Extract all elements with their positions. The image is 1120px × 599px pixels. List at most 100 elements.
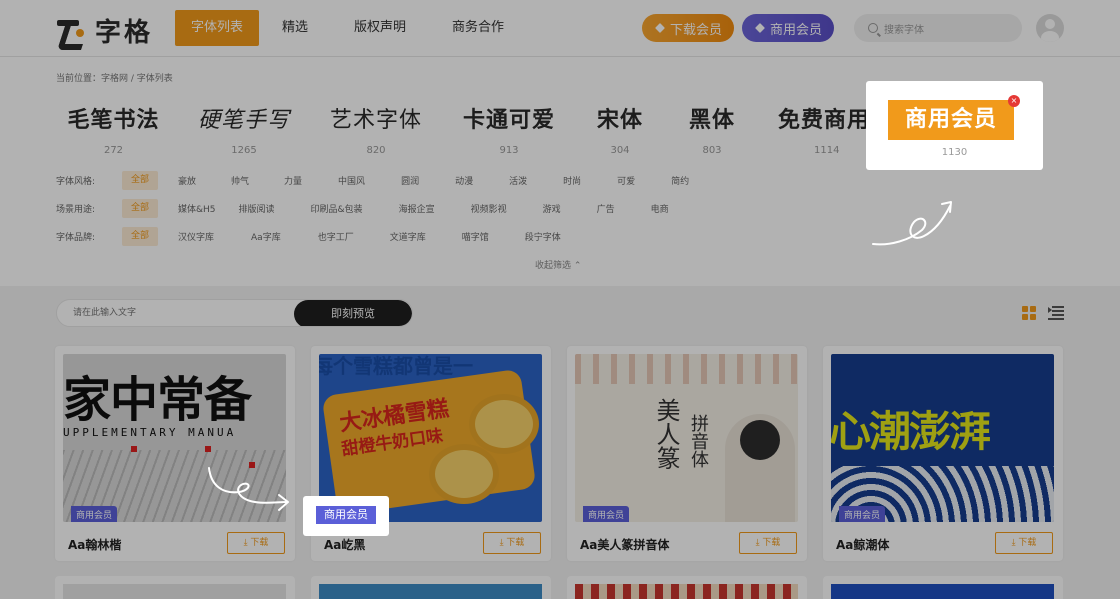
filter-option[interactable]: 全部 <box>122 170 158 190</box>
filter-label: 字体品牌: <box>56 232 96 243</box>
font-card-partial[interactable] <box>567 576 807 599</box>
font-preview-image <box>831 584 1054 599</box>
filter-option[interactable]: 媒体&H5 <box>178 202 216 215</box>
commercial-category-highlight[interactable]: 商用会员 × 1130 <box>866 81 1043 170</box>
filter-option[interactable]: 排版阅读 <box>239 202 275 215</box>
filter-option[interactable]: 全部 <box>122 198 158 218</box>
download-vip-label: 下载会员 <box>669 22 722 38</box>
nav-font-list[interactable]: 字体列表 <box>175 10 259 46</box>
diamond-icon <box>654 23 666 33</box>
search-icon <box>868 23 878 33</box>
close-icon[interactable]: × <box>1008 95 1020 107</box>
font-preview-image <box>319 584 542 599</box>
preview-text-input[interactable] <box>57 300 297 326</box>
nav-copyright[interactable]: 版权声明 <box>331 10 429 46</box>
top-bar: 字格 字体列表 精选 版权声明 商务合作 下载会员 商用会员 搜索字体 <box>0 0 1120 57</box>
category-name: 黑体 <box>688 108 735 133</box>
vip-badge: 商用会员 <box>583 506 630 522</box>
category-name: 硬笔手写 <box>197 108 290 133</box>
breadcrumb: 当前位置：字格网 / 字体列表 <box>56 74 173 84</box>
popsicle-bite <box>429 444 499 504</box>
filter-option[interactable]: 中国风 <box>338 174 365 187</box>
filter-option[interactable]: 圆润 <box>401 174 419 187</box>
filter-option[interactable]: 游戏 <box>543 202 561 215</box>
filter-option[interactable]: 豪放 <box>178 174 196 187</box>
category-hei[interactable]: 黑体 803 <box>682 102 742 156</box>
logo-icon <box>55 16 85 46</box>
filter-option[interactable]: 简约 <box>671 174 689 187</box>
list-view-icon[interactable] <box>1048 306 1064 320</box>
font-card[interactable]: 美人篆 拼音体 商用会员 Aa美人篆拼音体 ⤓ 下载 <box>567 346 807 561</box>
category-count: 913 <box>499 145 519 156</box>
filter-option[interactable]: 文道字库 <box>390 230 426 243</box>
filter-option[interactable]: 海报企宣 <box>399 202 435 215</box>
filter-option[interactable]: 动漫 <box>455 174 473 187</box>
font-card-partial[interactable] <box>311 576 551 599</box>
filter-option[interactable]: 段宁字体 <box>525 230 561 243</box>
preview-subtext: 拼音体 <box>688 414 709 468</box>
filter-option[interactable]: 喵字馆 <box>462 230 489 243</box>
guide-arrow-icon <box>208 467 289 511</box>
filter-option[interactable]: 也字工厂 <box>318 230 354 243</box>
filter-option[interactable]: 广告 <box>597 202 615 215</box>
search-input[interactable]: 搜索字体 <box>854 14 1022 42</box>
search-placeholder: 搜索字体 <box>884 24 924 36</box>
font-card-partial[interactable] <box>823 576 1063 599</box>
filter-option[interactable]: 印刷品&包装 <box>311 202 363 215</box>
category-strip: 毛笔书法 272 硬笔手写 1265 艺术字体 820 卡通可爱 913 宋体 … <box>60 102 880 162</box>
filter-option[interactable]: 活泼 <box>509 174 527 187</box>
grid-view-icon[interactable] <box>1022 306 1036 320</box>
filter-option[interactable]: 可爱 <box>617 174 635 187</box>
download-button[interactable]: ⤓ 下载 <box>483 532 541 554</box>
preview-text: 美人篆 <box>652 398 680 470</box>
download-button[interactable]: ⤓ 下载 <box>227 532 285 554</box>
category-count: 272 <box>103 145 124 156</box>
red-dot <box>131 446 137 452</box>
filter-option[interactable]: 电商 <box>651 202 669 215</box>
download-button[interactable]: ⤓ 下载 <box>739 532 797 554</box>
filter-option[interactable]: 视频影视 <box>471 202 507 215</box>
font-title[interactable]: Aa美人篆拼音体 <box>580 536 669 553</box>
download-vip-button[interactable]: 下载会员 <box>642 14 734 42</box>
category-song[interactable]: 宋体 304 <box>590 102 650 156</box>
font-title[interactable]: Aa翰林楷 <box>68 536 121 553</box>
category-handwriting[interactable]: 硬笔手写 1265 <box>194 102 294 156</box>
filter-option[interactable]: 汉仪字库 <box>178 230 214 243</box>
category-cartoon[interactable]: 卡通可爱 913 <box>460 102 558 156</box>
vip-badge: 商用会员 <box>839 506 886 522</box>
filter-label: 字体风格: <box>56 176 96 187</box>
main-nav: 字体列表 精选 版权声明 商务合作 <box>175 10 527 46</box>
font-preview-image: 心潮澎湃 商用会员 <box>831 354 1054 522</box>
logo[interactable]: 字格 <box>55 12 153 49</box>
filter-option[interactable]: 帅气 <box>231 174 249 187</box>
guide-arrow-icon <box>872 201 952 246</box>
preview-button[interactable]: 即刻预览 <box>294 300 412 326</box>
download-button[interactable]: ⤓ 下载 <box>995 532 1053 554</box>
preview-subtext: UPPLEMENTARY MANUA <box>63 426 237 439</box>
filter-option[interactable]: 力量 <box>284 174 302 187</box>
font-preview-image <box>575 584 798 599</box>
category-art[interactable]: 艺术字体 820 <box>326 102 426 156</box>
category-name: 艺术字体 <box>329 108 422 133</box>
font-title[interactable]: Aa鲸潮体 <box>836 536 889 553</box>
category-free[interactable]: 免费商用 1114 <box>778 102 874 156</box>
collapse-filter-button[interactable]: 收起筛选 ⌃ <box>535 258 581 271</box>
category-name: 毛笔书法 <box>67 107 160 133</box>
avatar[interactable] <box>1036 14 1064 42</box>
commercial-tag: 商用会员 <box>888 100 1014 140</box>
font-card[interactable]: 心潮澎湃 商用会员 Aa鲸潮体 ⤓ 下载 <box>823 346 1063 561</box>
filter-option[interactable]: 时尚 <box>563 174 581 187</box>
nav-business[interactable]: 商务合作 <box>429 10 527 46</box>
tip-label: 商用会员 <box>316 506 376 524</box>
font-card[interactable]: 家中常备 UPPLEMENTARY MANUA 商用会员 Aa翰林楷 ⤓ 下载 <box>55 346 295 561</box>
commercial-vip-button[interactable]: 商用会员 <box>742 14 834 42</box>
nav-featured[interactable]: 精选 <box>259 10 331 46</box>
category-name: 卡通可爱 <box>462 107 555 133</box>
filter-option[interactable]: Aa字库 <box>251 230 281 243</box>
font-title[interactable]: Aa屹黑 <box>324 536 365 553</box>
category-brush[interactable]: 毛笔书法 272 <box>66 102 161 156</box>
filter-option[interactable]: 全部 <box>122 226 158 246</box>
category-count: 1265 <box>231 145 257 156</box>
category-count: 820 <box>366 145 386 156</box>
font-card-partial[interactable] <box>55 576 295 599</box>
